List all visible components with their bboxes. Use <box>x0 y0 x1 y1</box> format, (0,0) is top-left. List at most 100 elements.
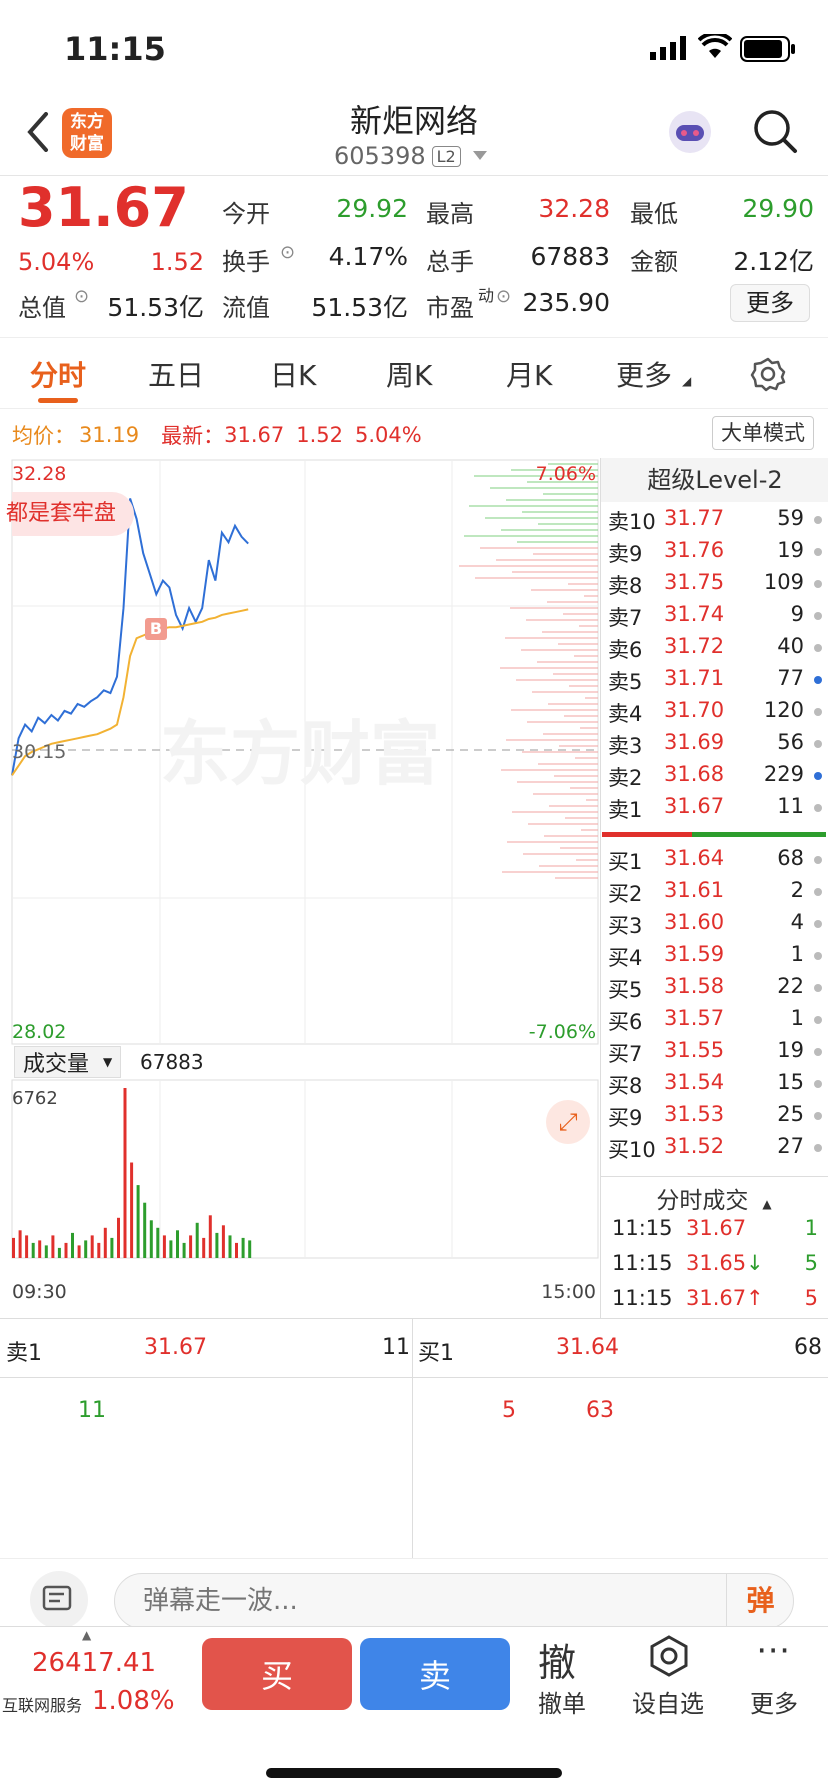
bid-row[interactable]: 买3 31.60 4 <box>606 908 828 940</box>
tab-intraday[interactable]: 分时 <box>30 354 86 394</box>
index-name[interactable]: 互联网服务 <box>2 1692 82 1716</box>
bid-row[interactable]: 买8 31.54 15 <box>606 1068 828 1100</box>
bid-row[interactable]: 买9 31.53 25 <box>606 1100 828 1132</box>
robot-assistant-icon[interactable] <box>666 108 714 156</box>
ask-level-label: 卖2 <box>608 766 643 790</box>
caret-up-icon: ▲ <box>82 1628 92 1642</box>
bid-level-label: 买5 <box>608 978 643 1002</box>
ask-bid-ratio-green <box>692 832 826 837</box>
tab-weekly-k[interactable]: 周K <box>386 354 432 394</box>
ask-row[interactable]: 卖10 31.77 59 <box>606 504 828 536</box>
volume-bar <box>149 1220 153 1258</box>
info-icon[interactable]: ⊙ <box>280 242 295 263</box>
sell-button[interactable]: 卖 <box>360 1638 510 1710</box>
queue-divider <box>412 1378 413 1558</box>
add-watchlist-icon[interactable] <box>647 1634 691 1678</box>
depth-bars <box>459 463 598 879</box>
volume-bar <box>90 1235 94 1258</box>
danmu-banner[interactable]: 都是套牢盘 <box>6 492 135 536</box>
volume-indicator-select[interactable]: 成交量 ▼ <box>14 1046 122 1078</box>
status-dot <box>814 708 822 716</box>
status-bar: 11:15 <box>0 0 828 100</box>
quote-panel: 31.67 5.04% 1.52 今开 29.92 最高 32.28 最低 29… <box>0 176 828 337</box>
more-dots-icon[interactable]: ⋯ <box>756 1630 792 1670</box>
bid-row[interactable]: 买7 31.55 19 <box>606 1036 828 1068</box>
trade-price: 31.65 <box>686 1251 747 1275</box>
bid-row[interactable]: 买4 31.59 1 <box>606 940 828 972</box>
ask-row[interactable]: 卖3 31.69 56 <box>606 728 828 760</box>
status-dot <box>814 772 822 780</box>
ask-row[interactable]: 卖5 31.71 77 <box>606 664 828 696</box>
bid-row[interactable]: 买6 31.57 1 <box>606 1004 828 1036</box>
status-dot <box>814 1112 822 1120</box>
level2-title[interactable]: 超级Level-2 <box>601 458 828 502</box>
ask-row[interactable]: 卖6 31.72 40 <box>606 632 828 664</box>
volume-label: 总手 <box>426 248 474 276</box>
ask-row[interactable]: 卖4 31.70 120 <box>606 696 828 728</box>
ask-price: 31.72 <box>664 634 725 658</box>
ask-price: 31.71 <box>664 666 725 690</box>
tab-daily-k[interactable]: 日K <box>270 354 316 394</box>
volume-bar <box>156 1227 160 1258</box>
danmu-input[interactable] <box>114 1573 794 1629</box>
intraday-chart[interactable]: 东方财富 32.28 30.15 28.02 7.06% -7.06% 6762… <box>0 458 600 1318</box>
danmu-toggle-button[interactable]: 弹 <box>726 1573 794 1629</box>
trade-price: 31.67 <box>686 1286 747 1310</box>
volume-bar <box>84 1240 88 1258</box>
cancel-order-label[interactable]: 撤单 <box>538 1684 586 1719</box>
ask-level-label: 卖8 <box>608 574 643 598</box>
tick-trades-title[interactable]: 分时成交 ▲ <box>600 1181 828 1215</box>
cancel-order-icon[interactable]: 撤 <box>538 1632 576 1687</box>
ask-row[interactable]: 卖2 31.68 229 <box>606 760 828 792</box>
ask-qty: 120 <box>763 698 804 722</box>
bid-qty: 68 <box>777 846 804 870</box>
expand-icon[interactable]: ⤢ <box>546 1100 590 1144</box>
ask-price: 31.69 <box>664 730 725 754</box>
volume-bar <box>221 1225 225 1258</box>
volume-max-label: 6762 <box>12 1088 58 1109</box>
bid-row[interactable]: 买5 31.58 22 <box>606 972 828 1004</box>
volume-bar <box>25 1235 29 1258</box>
bid-row[interactable]: 买2 31.61 2 <box>606 876 828 908</box>
ask-row[interactable]: 卖9 31.76 19 <box>606 536 828 568</box>
info-icon[interactable]: ⊙ <box>74 286 89 307</box>
search-icon[interactable] <box>752 108 798 154</box>
bid-qty: 22 <box>777 974 804 998</box>
ask-qty: 19 <box>777 538 804 562</box>
turnover-label: 换手 <box>222 248 270 276</box>
watermark: 东方财富 <box>160 713 440 795</box>
trade-qty: 1 <box>804 1216 818 1240</box>
ask-row[interactable]: 卖1 31.67 11 <box>606 792 828 824</box>
settings-icon[interactable] <box>750 356 786 392</box>
bid-row[interactable]: 买10 31.52 27 <box>606 1132 828 1164</box>
bid-row[interactable]: 买1 31.64 68 <box>606 844 828 876</box>
buy-signal-badge[interactable]: B <box>145 618 167 640</box>
big-order-mode-button[interactable]: 大单模式 <box>712 416 814 450</box>
status-dot <box>814 1080 822 1088</box>
status-dot <box>814 888 822 896</box>
last-price: 31.67 <box>18 176 189 239</box>
volume-bar <box>103 1227 107 1258</box>
notes-icon[interactable] <box>30 1571 88 1629</box>
more-label[interactable]: 更多 <box>750 1684 798 1719</box>
ask-level-label: 卖9 <box>608 542 643 566</box>
buy-button[interactable]: 买 <box>202 1638 352 1710</box>
status-dot <box>814 920 822 928</box>
pe-label: 市盈 <box>426 294 474 322</box>
prev-close-label: 30.15 <box>12 741 66 763</box>
index-value[interactable]: 26417.41 <box>32 1648 156 1678</box>
volume-bar <box>44 1245 48 1258</box>
bid-level-label: 买6 <box>608 1010 643 1034</box>
tab-five-day[interactable]: 五日 <box>148 354 204 394</box>
tab-monthly-k[interactable]: 月K <box>506 354 552 394</box>
ask-level-label: 卖5 <box>608 670 643 694</box>
ask-row[interactable]: 卖7 31.74 9 <box>606 600 828 632</box>
ask-price: 31.74 <box>664 602 725 626</box>
more-quote-button[interactable]: 更多 <box>730 284 810 322</box>
stock-code-row[interactable]: 605398 L2 <box>334 142 487 170</box>
index-pct[interactable]: 1.08% <box>92 1686 175 1716</box>
add-watchlist-label[interactable]: 设自选 <box>632 1684 704 1719</box>
bid-level-label: 买3 <box>608 914 643 938</box>
ask-row[interactable]: 卖8 31.75 109 <box>606 568 828 600</box>
tab-more[interactable]: 更多 <box>616 354 672 394</box>
